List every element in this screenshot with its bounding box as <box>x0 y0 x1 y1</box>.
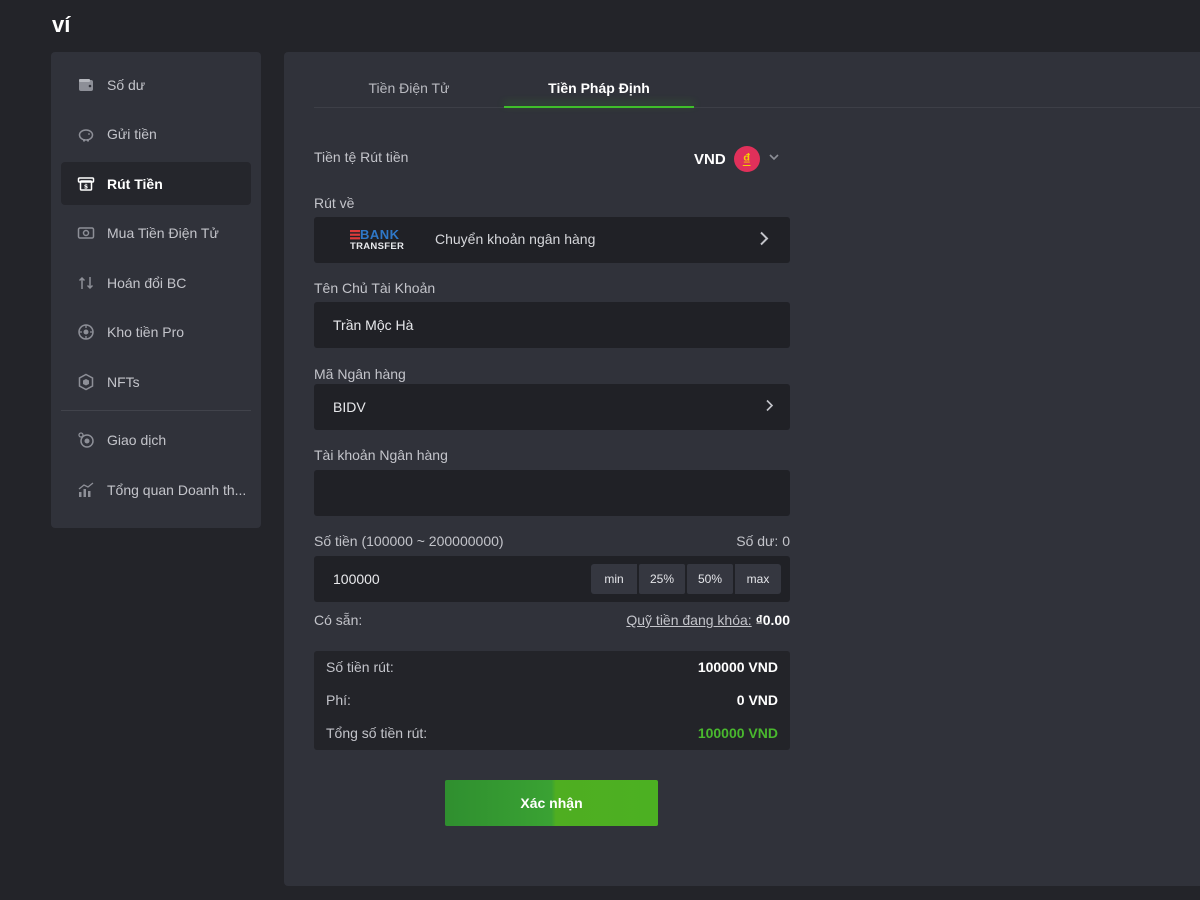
confirm-button[interactable]: Xác nhận <box>445 780 658 826</box>
tab-crypto[interactable]: Tiền Điện Tử <box>314 80 504 108</box>
chevron-right-icon <box>758 231 770 250</box>
available-label: Có sẵn: <box>314 612 363 628</box>
account-name-label: Tên Chủ Tài Khoản <box>314 280 436 296</box>
sidebar-item-label: Số dư <box>107 76 146 93</box>
chart-icon <box>77 481 95 499</box>
locked-funds: Quỹ tiền đang khóa: ₫0.00 <box>626 612 790 628</box>
tab-bar: Tiền Điện Tử Tiền Pháp Định <box>314 52 1200 108</box>
sidebar-item-label: Giao dịch <box>107 432 167 448</box>
bank-code-value: BIDV <box>333 399 366 415</box>
25-percent-button[interactable]: 25% <box>639 564 685 594</box>
nft-icon <box>77 373 95 391</box>
sidebar-item-transactions[interactable]: Giao dịch <box>61 419 251 462</box>
vault-icon <box>77 323 95 341</box>
amount-value: 100000 <box>333 571 380 587</box>
bank-logo-top-text: BANK <box>360 227 400 242</box>
currency-code: VND <box>694 150 726 168</box>
summary-amount-value: 100000 VND <box>697 659 778 675</box>
bank-account-input[interactable] <box>314 470 790 516</box>
quick-amount-buttons: min 25% 50% max <box>591 564 781 594</box>
withdraw-icon: $ <box>77 175 95 193</box>
summary-row-total: Tổng số tiền rút: 100000 VND <box>326 725 778 743</box>
account-name-input[interactable]: Trần Mộc Hà <box>314 302 790 348</box>
summary-fee-label: Phí: <box>326 692 351 708</box>
locked-funds-link[interactable]: Quỹ tiền đang khóa: <box>626 612 751 628</box>
bank-logo-bottom-text: TRANSFER <box>350 241 405 252</box>
sidebar-item-label: Hoán đổi BC <box>107 274 187 291</box>
sidebar-item-label: Kho tiền Pro <box>107 324 185 340</box>
summary-total-value: 100000 VND <box>697 725 778 741</box>
transactions-icon <box>77 431 95 449</box>
50-percent-button[interactable]: 50% <box>687 564 733 594</box>
page-title: ví <box>52 12 71 37</box>
summary-total-label: Tổng số tiền rút: <box>326 725 428 741</box>
piggy-bank-icon <box>77 125 95 143</box>
active-tab-indicator <box>504 106 694 108</box>
sidebar-item-withdraw[interactable]: $ Rút Tiền <box>61 162 251 205</box>
sidebar-item-buy-crypto[interactable]: Mua Tiền Điện Tử <box>61 212 251 255</box>
locked-funds-value: ₫0.00 <box>755 612 790 628</box>
svg-text:$: $ <box>84 183 88 190</box>
sidebar-item-label: NFTs <box>107 373 140 390</box>
sidebar-item-nfts[interactable]: NFTs <box>61 360 251 403</box>
min-button[interactable]: min <box>591 564 637 594</box>
sidebar-item-swap[interactable]: Hoán đổi BC <box>61 261 251 304</box>
withdraw-summary: Số tiền rút: 100000 VND Phí: 0 VND Tổng … <box>314 651 790 750</box>
wallet-icon <box>77 76 95 94</box>
sidebar-item-label: Rút Tiền <box>107 175 163 192</box>
summary-fee-value: 0 VND <box>736 692 778 708</box>
withdraw-method-value: Chuyển khoản ngân hàng <box>435 231 596 247</box>
withdraw-to-label: Rút về <box>314 195 355 211</box>
sidebar-item-label: Mua Tiền Điện Tử <box>107 225 219 241</box>
vnd-coin-icon: ₫ <box>733 146 760 172</box>
withdraw-method-select[interactable]: BANK TRANSFER Chuyển khoản ngân hàng <box>314 217 790 263</box>
sidebar-item-deposit[interactable]: Gửi tiền <box>61 113 251 156</box>
sidebar-item-balance[interactable]: Số dư <box>61 63 251 106</box>
summary-row-fee: Phí: 0 VND <box>326 692 778 710</box>
buy-crypto-icon <box>77 224 95 242</box>
bank-account-label: Tài khoản Ngân hàng <box>314 447 448 463</box>
sidebar-item-revenue-overview[interactable]: Tổng quan Doanh th... <box>61 468 251 511</box>
main-panel: Tiền Điện Tử Tiền Pháp Định Tiền tệ Rút … <box>284 52 1200 886</box>
sidebar-item-label: Tổng quan Doanh th... <box>107 481 247 498</box>
amount-label: Số tiền (100000 ~ 200000000) <box>314 533 504 549</box>
bank-code-select[interactable]: BIDV <box>314 384 790 430</box>
sidebar-item-label: Gửi tiền <box>107 126 157 142</box>
tab-fiat[interactable]: Tiền Pháp Định <box>504 80 694 108</box>
sidebar-item-vault-pro[interactable]: Kho tiền Pro <box>61 311 251 354</box>
summary-row-amount: Số tiền rút: 100000 VND <box>326 659 778 677</box>
sidebar-divider <box>61 409 251 411</box>
max-button[interactable]: max <box>735 564 781 594</box>
chevron-down-icon <box>768 150 780 168</box>
balance-label: Số dư: 0 <box>736 533 790 549</box>
bank-transfer-logo: BANK TRANSFER <box>350 227 408 252</box>
summary-amount-label: Số tiền rút: <box>326 659 394 675</box>
chevron-right-icon <box>764 399 774 416</box>
swap-icon <box>77 274 95 292</box>
bank-code-label: Mã Ngân hàng <box>314 366 406 382</box>
currency-selector[interactable]: VND ₫ <box>694 146 780 172</box>
currency-label: Tiền tệ Rút tiền <box>314 149 409 165</box>
amount-input[interactable]: 100000 min 25% 50% max <box>314 556 790 602</box>
sidebar: Số dư Gửi tiền $ Rút Tiền Mua Tiền Điện … <box>51 52 261 528</box>
